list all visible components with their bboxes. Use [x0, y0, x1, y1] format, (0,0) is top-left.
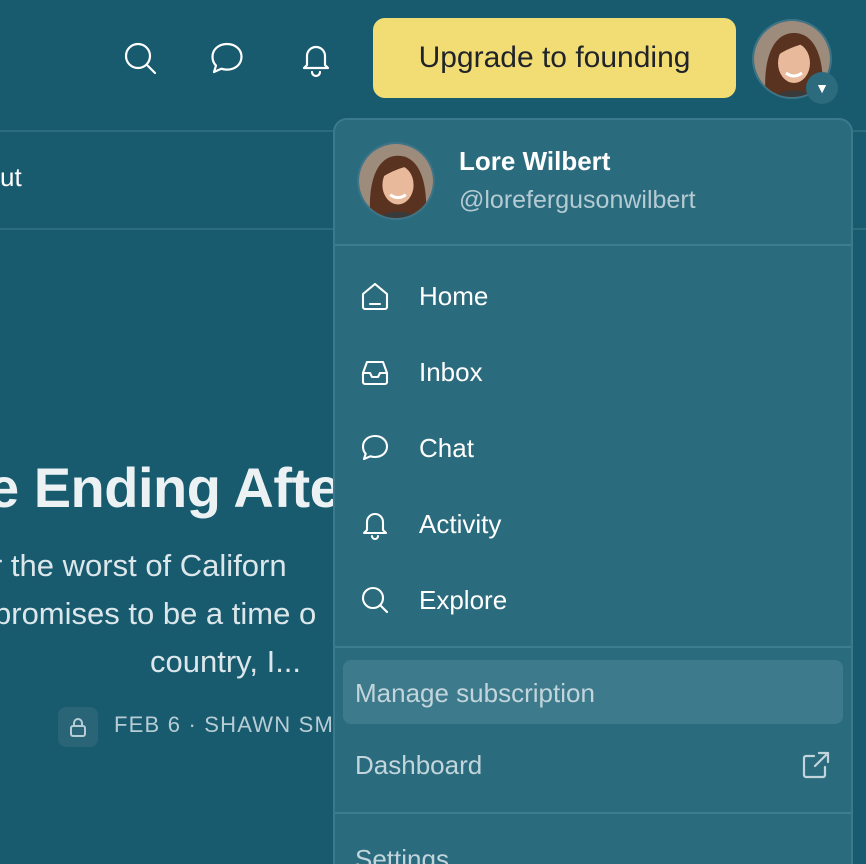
- menu-item-label: Explore: [419, 584, 508, 615]
- paywall-badge: [58, 707, 98, 747]
- post-subtitle-line: country, I...: [150, 644, 302, 679]
- lock-icon: [70, 718, 86, 737]
- menu-item-label: Activity: [419, 508, 502, 539]
- divider: [335, 244, 851, 246]
- menu-item-activity[interactable]: Activity: [335, 488, 851, 560]
- menu-item-label: Home: [419, 280, 489, 311]
- user-name[interactable]: Lore Wilbert: [459, 146, 610, 177]
- chat-bubble-icon: [355, 428, 395, 468]
- page: Upgrade to founding ▼ ut e Ending Afte r…: [0, 0, 866, 864]
- manage-subscription-label: Manage subscription: [355, 678, 595, 708]
- notifications-button[interactable]: [294, 36, 338, 80]
- user-handle: @loreferguson­wilbert: [459, 186, 696, 214]
- home-icon: [355, 276, 395, 316]
- menu-item-home[interactable]: Home: [335, 260, 851, 332]
- menu-item-label: Chat: [419, 432, 474, 463]
- post-subtitle-line: promises to be a time o: [0, 596, 317, 631]
- caret-down-icon: ▼: [815, 80, 829, 96]
- bell-icon: [302, 45, 330, 78]
- search-icon: [124, 42, 157, 75]
- search-button[interactable]: [118, 36, 162, 80]
- bell-icon: [355, 504, 395, 544]
- divider: [335, 646, 851, 648]
- menu-item-chat[interactable]: Chat: [335, 412, 851, 484]
- avatar-photo: [359, 144, 433, 218]
- chat-button[interactable]: [205, 36, 249, 80]
- post-title[interactable]: e Ending Afte: [0, 455, 341, 520]
- avatar[interactable]: [357, 142, 435, 220]
- divider: [335, 812, 851, 814]
- upgrade-button[interactable]: Upgrade to founding: [373, 18, 736, 98]
- search-icon: [355, 580, 395, 620]
- post-meta: FEB 6 · SHAWN SMU: [114, 712, 352, 737]
- menu-item-inbox[interactable]: Inbox: [335, 336, 851, 408]
- external-link-icon: [799, 748, 833, 782]
- settings-item[interactable]: Settings: [355, 844, 449, 864]
- account-dropdown: Lore Wilbert @loreferguson­wilbert Home …: [333, 118, 853, 864]
- post-subtitle-line: r the worst of Californ: [0, 548, 287, 583]
- menu-item-label: Inbox: [419, 356, 483, 387]
- menu-item-explore[interactable]: Explore: [335, 564, 851, 636]
- inbox-icon: [355, 352, 395, 392]
- chat-bubble-icon: [211, 42, 243, 74]
- dashboard-item[interactable]: Dashboard: [355, 750, 482, 781]
- nav-link-partial[interactable]: ut: [0, 162, 22, 193]
- account-menu-toggle[interactable]: ▼: [806, 72, 838, 104]
